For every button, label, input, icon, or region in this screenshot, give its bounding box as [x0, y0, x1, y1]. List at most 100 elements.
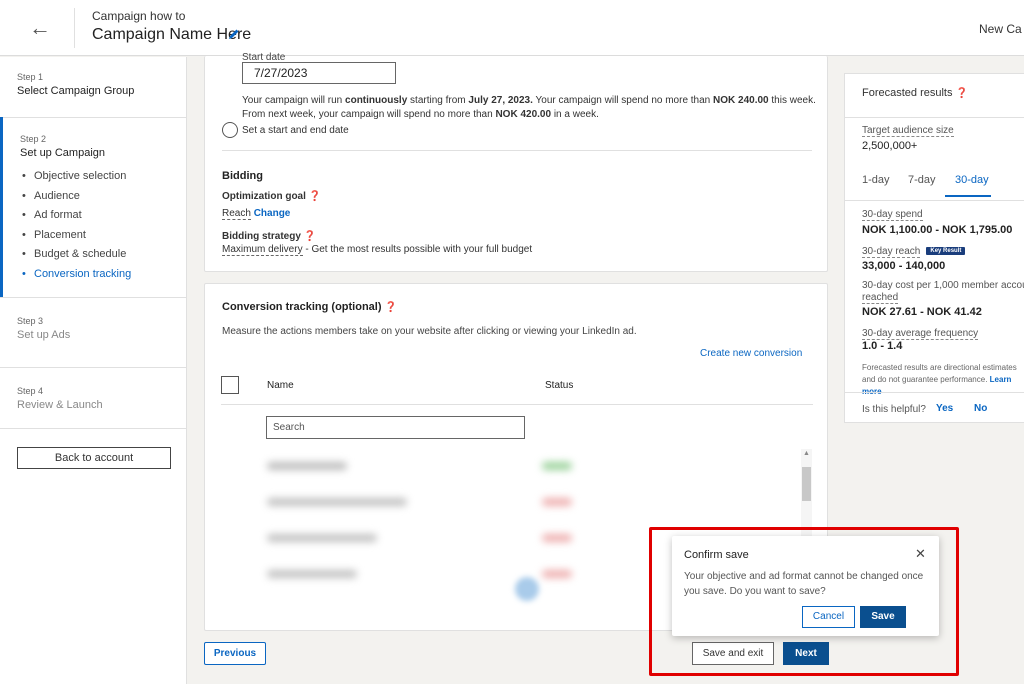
forecasted-results-panel: Forecasted results ❓ Target audience siz… [844, 73, 1024, 423]
goal-value-text: Reach [222, 208, 251, 220]
substep-conversion-tracking[interactable]: Conversion tracking [20, 265, 187, 285]
strategy-name: Maximum delivery [222, 244, 303, 256]
summary-text: Your campaign will spend no more than [532, 95, 714, 106]
active-tab-indicator [945, 195, 991, 197]
bidding-strategy-value: Maximum delivery - Get the most results … [222, 244, 532, 256]
step-3[interactable]: Step 3 Set up Ads [0, 316, 187, 341]
start-date-input[interactable]: 7/27/2023 [242, 62, 396, 84]
spend-value: NOK 1,100.00 - NOK 1,795.00 [862, 224, 1013, 236]
loading-spinner [515, 577, 539, 601]
cost-label: 30-day cost per 1,000 member accounts [862, 280, 1024, 291]
table-row[interactable] [217, 485, 812, 519]
label-text: Bidding strategy [222, 231, 301, 242]
step-2[interactable]: Step 2 Set up Campaign Objective selecti… [0, 134, 187, 284]
helpful-question: Is this helpful? [862, 404, 926, 415]
divider [0, 367, 187, 368]
helpful-no-button[interactable]: No [974, 403, 987, 414]
tab-30-day[interactable]: 30-day [955, 174, 989, 186]
dialog-title: Confirm save [684, 549, 749, 561]
frequency-value: 1.0 - 1.4 [862, 340, 903, 352]
step-name: Select Campaign Group [17, 85, 135, 97]
close-icon[interactable]: ✕ [915, 546, 926, 562]
top-header: ← Campaign how to Campaign Name Here New… [0, 0, 1024, 56]
save-and-exit-button[interactable]: Save and exit [692, 642, 774, 665]
summary-text: Your campaign will run [242, 95, 346, 106]
summary-text: starting from [407, 95, 469, 106]
summary-text: this week. [768, 95, 816, 106]
confirm-save-dialog: Confirm save ✕ Your objective and ad for… [672, 536, 939, 636]
optimization-goal-value: Reach Change [222, 208, 291, 220]
cost-value: NOK 27.61 - NOK 41.42 [862, 306, 982, 318]
conversion-description: Measure the actions members take on your… [222, 326, 637, 337]
audience-size-value: 2,500,000+ [862, 140, 918, 152]
pencil-icon[interactable] [228, 27, 240, 43]
divider [0, 428, 187, 429]
summary-text: July 27, 2023. [468, 95, 533, 106]
divider [222, 150, 812, 151]
question-circle-icon[interactable]: ❓ [309, 191, 321, 202]
substep-budget-schedule[interactable]: Budget & schedule [20, 245, 187, 265]
divider [0, 297, 187, 298]
conversion-search-input[interactable] [266, 416, 525, 439]
spend-label: 30-day spend [862, 209, 923, 221]
campaign-group-name: Campaign how to [92, 9, 186, 23]
change-goal-link[interactable]: Change [254, 208, 291, 219]
helpful-yes-button[interactable]: Yes [936, 403, 953, 414]
substep-list: Objective selection Audience Ad format P… [20, 167, 187, 284]
select-all-checkbox[interactable] [221, 376, 239, 394]
arrow-left-icon[interactable]: ← [26, 14, 54, 42]
cost-label-2: reached [862, 292, 899, 304]
substep-placement[interactable]: Placement [20, 226, 187, 246]
reach-value: 33,000 - 140,000 [862, 260, 946, 272]
step-4[interactable]: Step 4 Review & Launch [0, 386, 187, 411]
step-number: Step 4 [17, 386, 44, 396]
substep-audience[interactable]: Audience [20, 187, 187, 207]
question-circle-icon[interactable]: ❓ [385, 302, 397, 313]
substep-objective-selection[interactable]: Objective selection [20, 167, 187, 187]
summary-text: in a week. [551, 109, 599, 120]
step-number: Step 1 [17, 72, 44, 82]
schedule-summary: Your campaign will run continuously star… [242, 94, 822, 122]
title-text: Conversion tracking (optional) [222, 301, 382, 313]
reach-label-row: 30-day reach Key Result [862, 246, 966, 258]
bidding-strategy-label: Bidding strategy ❓ [222, 231, 316, 242]
schedule-bidding-card: Start date 7/27/2023 Your campaign will … [204, 52, 828, 272]
previous-button[interactable]: Previous [204, 642, 266, 665]
divider [845, 392, 1024, 393]
divider [845, 117, 1024, 118]
steps-sidebar: Step 1 Select Campaign Group Step 2 Set … [0, 57, 187, 684]
save-button[interactable]: Save [860, 606, 906, 628]
bidding-title: Bidding [222, 170, 263, 182]
table-row[interactable] [217, 449, 812, 483]
step-1[interactable]: Step 1 Select Campaign Group [0, 72, 187, 97]
question-circle-icon[interactable]: ❓ [304, 231, 316, 242]
back-to-account-button[interactable]: Back to account [17, 447, 171, 469]
next-button[interactable]: Next [783, 642, 829, 665]
column-header-name: Name [267, 380, 294, 391]
header-divider [74, 8, 75, 48]
label-text: Optimization goal [222, 191, 306, 202]
key-result-badge: Key Result [926, 247, 966, 256]
forecast-title: Forecasted results ❓ [862, 87, 968, 99]
substep-ad-format[interactable]: Ad format [20, 206, 187, 226]
column-header-status: Status [545, 380, 574, 391]
summary-text: From next week, your campaign will spend… [242, 109, 496, 120]
dialog-body: Your objective and ad format cannot be c… [684, 571, 924, 597]
radio-button[interactable] [222, 122, 238, 138]
reach-label: 30-day reach [862, 246, 921, 258]
divider [0, 117, 187, 118]
tab-1-day[interactable]: 1-day [862, 174, 890, 186]
start-end-date-option[interactable]: Set a start and end date [222, 122, 349, 138]
new-campaign-text[interactable]: New Ca [979, 22, 1022, 36]
title-text: Forecasted results [862, 87, 953, 99]
radio-label: Set a start and end date [242, 124, 349, 136]
conversion-tracking-title: Conversion tracking (optional) ❓ [222, 301, 397, 313]
tab-7-day[interactable]: 7-day [908, 174, 936, 186]
summary-text: NOK 240.00 [713, 95, 769, 106]
question-circle-icon[interactable]: ❓ [956, 88, 968, 99]
create-new-conversion-link[interactable]: Create new conversion [700, 348, 802, 359]
scroll-up-arrow-icon[interactable]: ▲ [803, 450, 810, 457]
summary-text: NOK 420.00 [495, 109, 552, 120]
scrollbar-thumb[interactable] [802, 467, 811, 501]
cancel-button[interactable]: Cancel [802, 606, 855, 628]
